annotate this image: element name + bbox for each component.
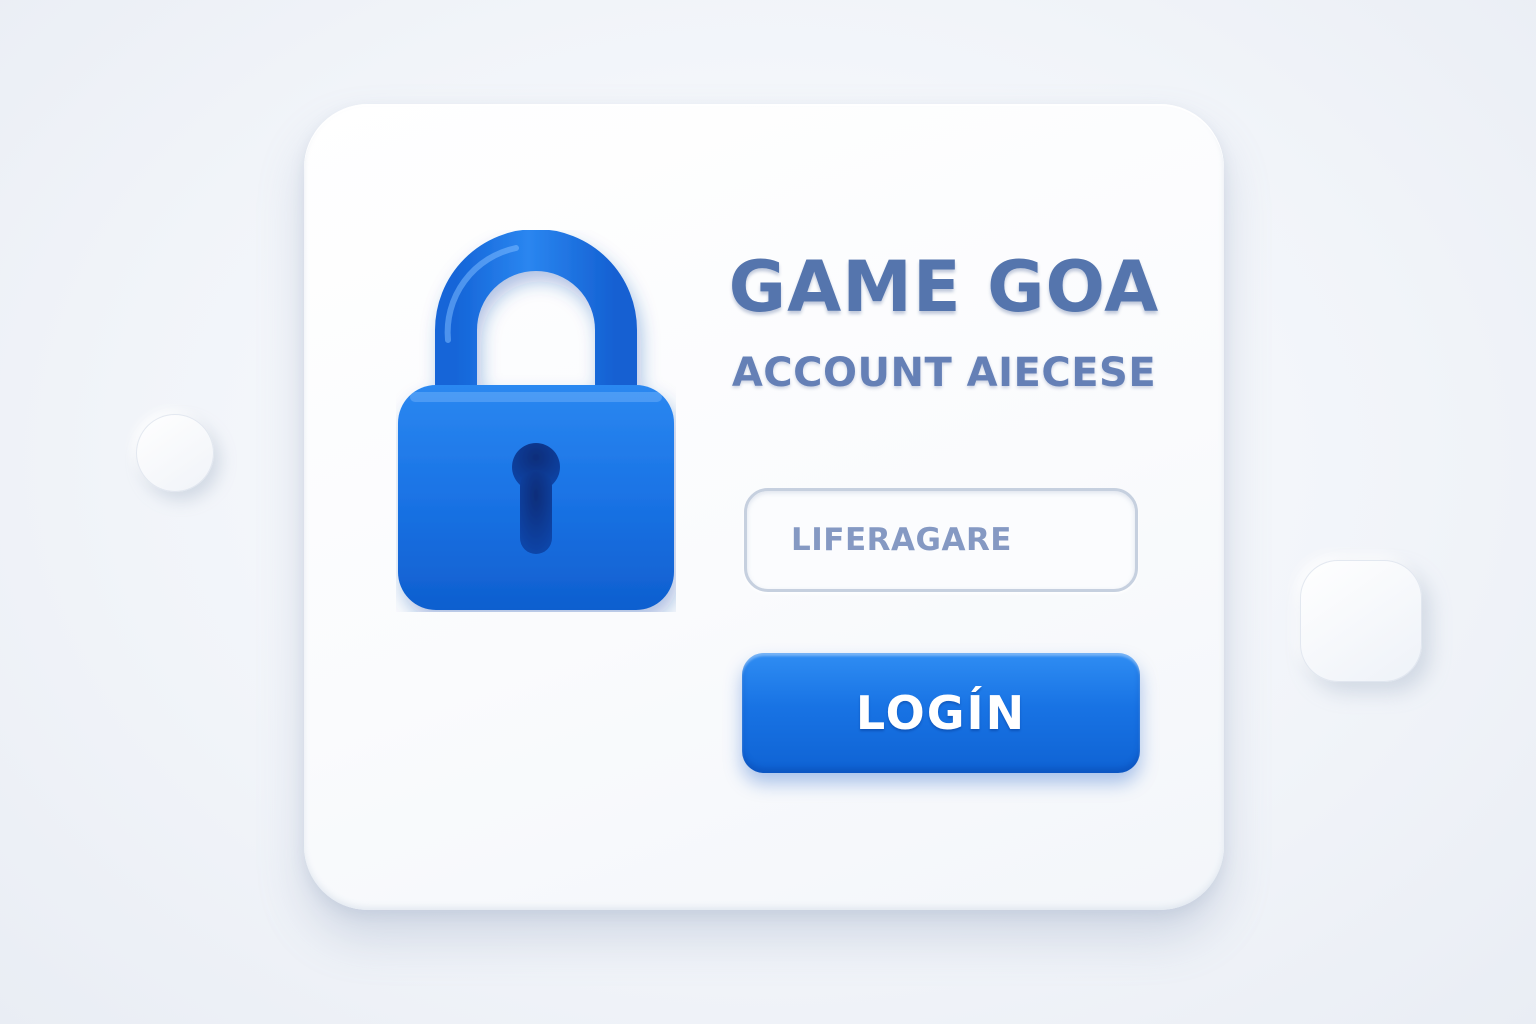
page-subtitle: ACCOUNT AIECESE [731,350,1157,396]
username-field[interactable]: LIFERAGARE [744,488,1138,592]
login-button-label: LOGÍN [855,686,1027,740]
login-button[interactable]: LOGÍN [742,653,1140,773]
padlock-icon [396,230,676,612]
decorative-knob-right [1300,560,1422,682]
username-field-value: LIFERAGARE [791,522,1012,558]
decorative-knob-left [136,414,214,492]
page-title: GAME GOA [728,246,1160,328]
